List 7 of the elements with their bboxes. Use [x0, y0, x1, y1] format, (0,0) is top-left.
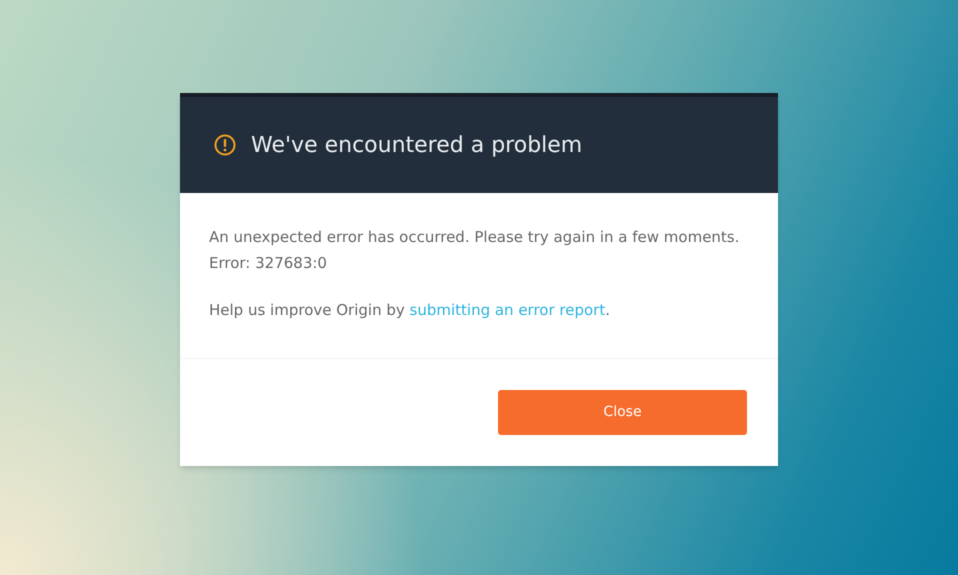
- error-message: An unexpected error has occurred. Please try again in a few moments.: [209, 227, 740, 248]
- warning-icon: [214, 134, 236, 156]
- help-text: Help us improve Origin by submitting an error report.: [209, 300, 610, 321]
- error-code: Error: 327683:0: [209, 253, 327, 274]
- error-report-link[interactable]: submitting an error report: [410, 301, 606, 319]
- close-button[interactable]: Close: [498, 390, 747, 435]
- dialog-title: We've encountered a problem: [251, 132, 582, 160]
